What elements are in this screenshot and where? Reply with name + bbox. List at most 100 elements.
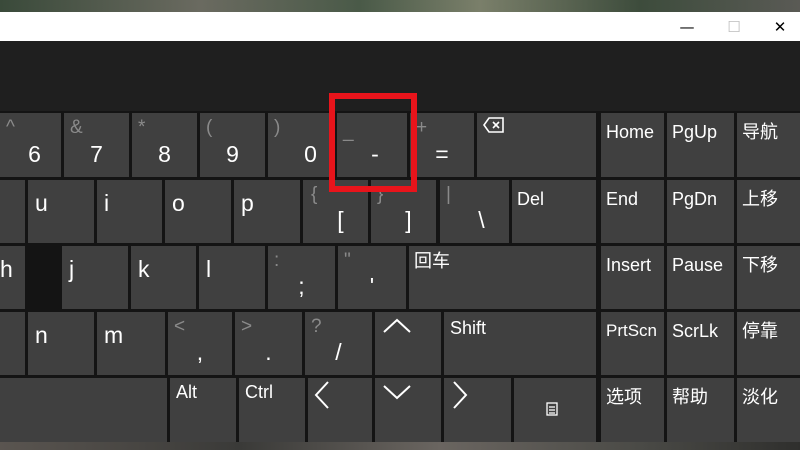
key-label: End xyxy=(606,189,639,209)
key-del[interactable]: Del xyxy=(512,180,596,243)
key-space[interactable] xyxy=(0,378,167,442)
key-options[interactable]: 选项 xyxy=(601,378,664,442)
key-o[interactable]: o xyxy=(165,180,231,243)
key-shift-label: " xyxy=(344,250,351,271)
key-label: Ctrl xyxy=(245,382,273,402)
key-main-label: ] xyxy=(405,207,412,233)
key-shift-label: & xyxy=(70,117,83,138)
key-label: 回车 xyxy=(414,251,450,271)
key-insert[interactable]: Insert xyxy=(601,246,664,309)
key-pause[interactable]: Pause xyxy=(667,246,734,309)
key-prtscn[interactable]: PrtScn xyxy=(601,312,664,375)
key-label: 选项 xyxy=(606,387,642,407)
key-p[interactable]: p xyxy=(234,180,300,243)
key-right[interactable] xyxy=(444,378,511,442)
close-icon: ✕ xyxy=(773,17,787,36)
key-fade[interactable]: 淡化 xyxy=(737,378,800,442)
key-label: PgDn xyxy=(672,189,718,209)
key-equals[interactable]: + = xyxy=(410,113,474,177)
key-label: Pause xyxy=(672,255,724,275)
key-n[interactable]: n xyxy=(28,312,94,375)
key-ctrl[interactable]: Ctrl xyxy=(239,378,305,442)
key-backslash[interactable]: | \ xyxy=(440,180,509,243)
backspace-icon xyxy=(483,117,505,133)
key-8[interactable]: * 8 xyxy=(132,113,197,177)
key-move-down[interactable]: 下移 xyxy=(737,246,800,309)
key-dock[interactable]: 停靠 xyxy=(737,312,800,375)
key-main-label: \ xyxy=(478,207,485,233)
key-main-label: , xyxy=(196,339,204,365)
key-b-partial[interactable] xyxy=(0,312,25,375)
key-7[interactable]: & 7 xyxy=(64,113,129,177)
key-pgdn[interactable]: PgDn xyxy=(667,180,734,243)
key-quote[interactable]: " ' xyxy=(338,246,406,309)
key-l[interactable]: l xyxy=(199,246,265,309)
desktop-wallpaper-bottom xyxy=(0,442,800,450)
key-y-partial[interactable] xyxy=(0,180,25,243)
key-m[interactable]: m xyxy=(97,312,165,375)
key-main-label: l xyxy=(206,256,212,282)
key-pgup[interactable]: PgUp xyxy=(667,113,734,177)
key-u[interactable]: u xyxy=(28,180,94,243)
key-move-up[interactable]: 上移 xyxy=(737,180,800,243)
arrow-left-icon xyxy=(314,380,330,410)
key-scrlk[interactable]: ScrLk xyxy=(667,312,734,375)
key-main-label: ; xyxy=(298,273,305,299)
key-h[interactable]: h xyxy=(0,246,25,309)
key-up[interactable] xyxy=(375,312,441,375)
minimize-button[interactable]: — xyxy=(664,12,710,41)
key-shift-label: : xyxy=(274,250,280,271)
key-main-label: k xyxy=(138,256,150,282)
key-j[interactable]: j xyxy=(62,246,128,309)
key-i[interactable]: i xyxy=(97,180,162,243)
key-shift-label: > xyxy=(241,316,253,337)
close-button[interactable]: ✕ xyxy=(757,12,800,41)
key-label: Home xyxy=(606,122,655,142)
key-label: ScrLk xyxy=(672,321,719,341)
maximize-button: ☐ xyxy=(711,12,757,41)
key-label: 停靠 xyxy=(742,321,778,341)
key-alt[interactable]: Alt xyxy=(170,378,236,442)
key-shift-right[interactable]: Shift xyxy=(444,312,596,375)
key-shift-label: < xyxy=(174,316,186,337)
key-menu[interactable] xyxy=(514,378,596,442)
key-label: Shift xyxy=(450,318,487,338)
key-down[interactable] xyxy=(375,378,441,442)
key-left[interactable] xyxy=(308,378,372,442)
key-label: Insert xyxy=(606,255,652,275)
key-slash[interactable]: ? / xyxy=(305,312,372,375)
key-enter[interactable]: 回车 xyxy=(409,246,596,309)
key-semicolon[interactable]: : ; xyxy=(268,246,335,309)
key-main-label: 7 xyxy=(90,141,103,167)
key-main-label: o xyxy=(172,190,185,216)
key-0[interactable]: ) 0 xyxy=(268,113,333,177)
minimize-icon: — xyxy=(679,17,695,36)
arrow-right-icon xyxy=(452,380,468,410)
key-backspace[interactable] xyxy=(477,113,596,177)
key-k[interactable]: k xyxy=(131,246,196,309)
key-label: 下移 xyxy=(742,255,778,275)
title-bar: — ☐ ✕ xyxy=(0,12,800,41)
key-main-label: [ xyxy=(337,207,344,233)
key-9[interactable]: ( 9 xyxy=(200,113,265,177)
key-comma[interactable]: < , xyxy=(168,312,232,375)
key-shift-label: * xyxy=(138,117,146,138)
key-main-label: p xyxy=(241,190,254,216)
key-shift-label: ( xyxy=(206,117,213,138)
desktop-wallpaper xyxy=(0,0,800,12)
key-navigate[interactable]: 导航 xyxy=(737,113,800,177)
key-end[interactable]: End xyxy=(601,180,664,243)
key-shift-label: { xyxy=(311,184,318,205)
key-label: Alt xyxy=(176,382,198,402)
key-home[interactable]: Home xyxy=(601,113,664,177)
maximize-icon: ☐ xyxy=(727,17,741,36)
key-period[interactable]: > . xyxy=(235,312,302,375)
key-help[interactable]: 帮助 xyxy=(667,378,734,442)
key-main-label: u xyxy=(35,190,48,216)
key-label: PgUp xyxy=(672,122,718,142)
key-label: 帮助 xyxy=(672,387,708,407)
arrow-down-icon xyxy=(383,384,411,400)
key-shift-label: | xyxy=(446,184,451,205)
key-shift-label: + xyxy=(416,117,428,138)
key-6[interactable]: ^ 6 xyxy=(0,113,61,177)
